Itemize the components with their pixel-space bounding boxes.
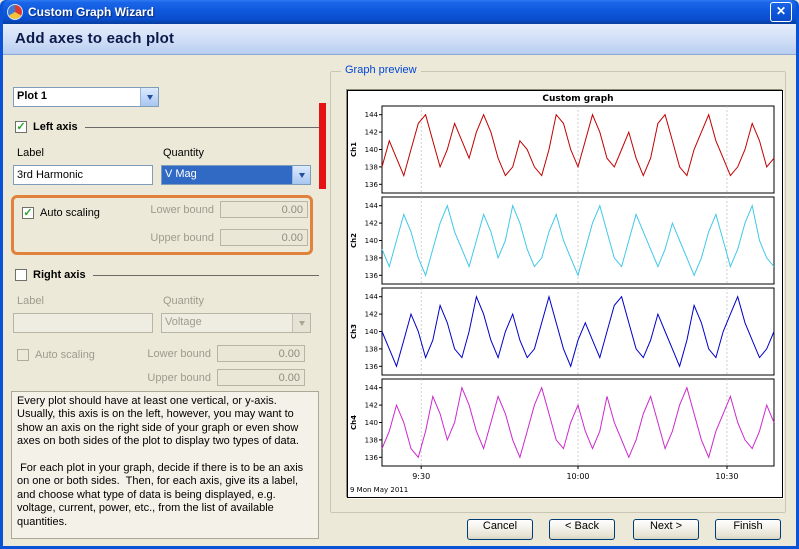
svg-text:136: 136 xyxy=(365,181,379,189)
right-auto-scaling-row: Auto scaling xyxy=(17,349,95,361)
svg-text:138: 138 xyxy=(365,163,378,171)
svg-text:138: 138 xyxy=(365,254,378,262)
left-auto-scaling-row[interactable]: ✓ Auto scaling xyxy=(22,207,100,219)
svg-text:Ch2: Ch2 xyxy=(350,233,358,248)
left-auto-scaling-checkbox[interactable]: ✓ xyxy=(22,207,34,219)
chevron-down-icon xyxy=(298,321,305,329)
svg-text:144: 144 xyxy=(365,293,379,301)
svg-text:140: 140 xyxy=(365,419,378,427)
window-title: Custom Graph Wizard xyxy=(28,5,154,19)
right-axis-label: Right axis xyxy=(33,269,86,281)
right-axis-quantity-select: Voltage xyxy=(161,313,311,333)
plot-select-value: Plot 1 xyxy=(17,90,47,102)
right-auto-scaling-label: Auto scaling xyxy=(35,349,95,361)
svg-text:142: 142 xyxy=(365,311,378,319)
chevron-down-icon xyxy=(146,95,153,103)
left-axis-label: Left axis xyxy=(33,121,78,133)
page-title: Add axes to each plot xyxy=(3,24,796,55)
svg-text:138: 138 xyxy=(365,436,378,444)
left-axis-quantity-button[interactable] xyxy=(292,166,310,184)
left-axis-checkbox[interactable]: ✓ xyxy=(15,121,27,133)
custom-graph-wizard-window: Custom Graph Wizard ✕ Add axes to each p… xyxy=(0,0,799,549)
right-axis-separator xyxy=(93,275,319,276)
svg-text:10:00: 10:00 xyxy=(566,472,589,481)
graph-preview-canvas: Custom graph 136 138 140 142 144 Ch1 136 138 140 1… xyxy=(350,94,775,494)
right-axis-quantity-value: Voltage xyxy=(165,316,202,328)
title-bar[interactable]: Custom Graph Wizard ✕ xyxy=(3,0,796,24)
svg-text:138: 138 xyxy=(365,345,378,353)
svg-text:136: 136 xyxy=(365,454,379,462)
plot-select[interactable]: Plot 1 xyxy=(13,87,159,107)
cancel-button[interactable]: Cancel xyxy=(467,519,533,540)
graph-preview-frame: Custom graph 136 138 140 142 144 Ch1 136 138 140 1… xyxy=(347,90,783,498)
svg-text:10:30: 10:30 xyxy=(715,472,738,481)
right-lower-bound-label: Lower bound xyxy=(147,348,211,360)
svg-text:136: 136 xyxy=(365,272,379,280)
svg-text:144: 144 xyxy=(365,202,379,210)
svg-text:144: 144 xyxy=(365,384,379,392)
left-axis-checkbox-row[interactable]: ✓ Left axis xyxy=(15,121,78,133)
left-upper-bound-label: Upper bound xyxy=(150,232,214,244)
label-caption-right: Label xyxy=(17,295,44,307)
svg-text:Custom graph: Custom graph xyxy=(542,94,613,104)
plot-select-button[interactable] xyxy=(140,88,158,106)
next-button[interactable]: Next > xyxy=(633,519,699,540)
right-axis-label-input xyxy=(13,313,153,333)
check-icon: ✓ xyxy=(23,207,33,219)
right-auto-scaling-checkbox xyxy=(17,349,29,361)
svg-text:140: 140 xyxy=(365,146,378,154)
left-axis-quantity-select[interactable]: V Mag xyxy=(161,165,311,185)
svg-text:Ch4: Ch4 xyxy=(350,415,358,430)
close-button[interactable]: ✕ xyxy=(770,2,792,22)
right-axis-quantity-button xyxy=(292,314,310,332)
red-indicator-bar xyxy=(319,103,326,189)
quantity-caption-right: Quantity xyxy=(163,295,204,307)
graph-preview-group: Graph preview Custom graph 136 138 140 142 14… xyxy=(330,64,786,513)
right-lower-bound-input xyxy=(217,345,305,362)
svg-text:142: 142 xyxy=(365,129,378,137)
left-axis-separator xyxy=(85,127,319,128)
dialog-content: Plot 1 ✓ Left axis Label Quantity V Mag … xyxy=(3,55,796,546)
svg-text:9:30: 9:30 xyxy=(412,472,430,481)
right-axis-checkbox-row[interactable]: Right axis xyxy=(15,269,86,281)
left-lower-bound-label: Lower bound xyxy=(150,204,214,216)
app-icon xyxy=(7,4,23,20)
left-axis-quantity-value: V Mag xyxy=(162,166,292,184)
svg-text:Ch1: Ch1 xyxy=(350,142,358,157)
right-axis-checkbox[interactable] xyxy=(15,269,27,281)
right-upper-bound-input xyxy=(217,369,305,386)
chevron-down-icon xyxy=(298,173,305,181)
svg-text:136: 136 xyxy=(365,363,379,371)
svg-text:140: 140 xyxy=(365,328,378,336)
svg-text:142: 142 xyxy=(365,220,378,228)
finish-button[interactable]: Finish xyxy=(715,519,781,540)
graph-preview-group-label: Graph preview xyxy=(341,64,421,76)
close-icon: ✕ xyxy=(775,4,787,18)
quantity-caption-left: Quantity xyxy=(163,147,204,159)
svg-text:144: 144 xyxy=(365,111,379,119)
left-lower-bound-input xyxy=(220,201,308,218)
right-upper-bound-label: Upper bound xyxy=(147,372,211,384)
help-text-box: Every plot should have at least one vert… xyxy=(11,391,319,539)
svg-text:Ch3: Ch3 xyxy=(350,324,358,339)
svg-text:140: 140 xyxy=(365,237,378,245)
back-button[interactable]: < Back xyxy=(549,519,615,540)
left-auto-scaling-label: Auto scaling xyxy=(40,207,100,219)
svg-text:142: 142 xyxy=(365,402,378,410)
label-caption-left: Label xyxy=(17,147,44,159)
left-upper-bound-input xyxy=(220,229,308,246)
highlight-box: ✓ Auto scaling Lower bound Upper bound xyxy=(11,195,313,255)
check-icon: ✓ xyxy=(16,121,26,133)
svg-text:9 Mon May 2011: 9 Mon May 2011 xyxy=(350,486,408,494)
left-axis-label-input[interactable] xyxy=(13,165,153,185)
